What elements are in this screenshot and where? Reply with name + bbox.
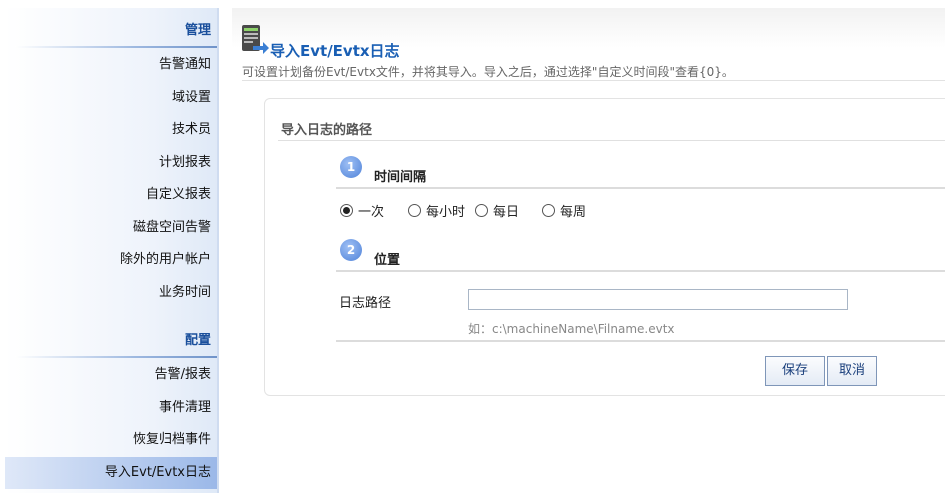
- interval-daily-label: 每日: [493, 205, 520, 220]
- step-divider: [336, 270, 945, 272]
- save-button[interactable]: 保存: [765, 356, 825, 386]
- sidebar-item-import-evt-logs[interactable]: 导入Evt/Evtx日志: [5, 457, 217, 489]
- sidebar-item-alert-reports[interactable]: 告警/报表: [11, 364, 211, 386]
- sidebar-item-technicians[interactable]: 技术员: [11, 119, 211, 141]
- log-import-icon: [242, 25, 269, 54]
- step-divider: [336, 187, 945, 189]
- step-2-label: 位置: [374, 253, 401, 268]
- log-path-label: 日志路径: [339, 296, 392, 311]
- sidebar-item-custom-reports[interactable]: 自定义报表: [11, 184, 211, 206]
- sidebar-item-domain-settings[interactable]: 域设置: [11, 87, 211, 109]
- radio-dot[interactable]: [475, 204, 488, 217]
- sidebar-section-config: 配置: [184, 333, 211, 348]
- import-panel: [264, 98, 945, 396]
- step-1-badge: 1: [340, 156, 362, 178]
- interval-once-radio[interactable]: 一次: [340, 201, 384, 220]
- interval-weekly-radio[interactable]: 每周: [542, 201, 586, 220]
- sidebar-section-manage: 管理: [184, 23, 211, 38]
- sidebar-item-disk-space-alert[interactable]: 磁盘空间告警: [11, 217, 211, 239]
- form-divider: [336, 340, 945, 342]
- sidebar-item-alert-notification[interactable]: 告警通知: [11, 54, 211, 76]
- radio-dot[interactable]: [340, 204, 353, 217]
- panel-title: 导入日志的路径: [281, 123, 373, 138]
- sidebar: 管理 告警通知 域设置 技术员 计划报表 自定义报表 磁盘空间告警 除外的用户帐…: [5, 8, 219, 493]
- log-path-input[interactable]: [468, 289, 848, 310]
- sidebar-section-divider: [15, 356, 217, 358]
- step-1-label: 时间间隔: [374, 170, 427, 185]
- page-title: 导入Evt/Evtx日志: [270, 42, 400, 60]
- interval-hourly-label: 每小时: [426, 205, 466, 220]
- cancel-button[interactable]: 取消: [827, 356, 877, 386]
- interval-hourly-radio[interactable]: 每小时: [408, 201, 465, 220]
- interval-weekly-label: 每周: [560, 205, 587, 220]
- sidebar-item-business-hours[interactable]: 业务时间: [11, 282, 211, 304]
- panel-divider: [278, 140, 945, 141]
- step-2-badge: 2: [340, 239, 362, 261]
- radio-dot[interactable]: [542, 204, 555, 217]
- interval-daily-radio[interactable]: 每日: [475, 201, 519, 220]
- radio-dot[interactable]: [408, 204, 421, 217]
- sidebar-item-restore-archived[interactable]: 恢复归档事件: [11, 429, 211, 451]
- sidebar-item-scheduled-reports[interactable]: 计划报表: [11, 152, 211, 174]
- log-path-hint: 如：c:\machineName\Filname.evtx: [468, 322, 675, 336]
- page-description: 可设置计划备份Evt/Evtx文件，并将其导入。导入之后，通过选择"自定义时间段…: [242, 65, 734, 79]
- interval-once-label: 一次: [358, 205, 385, 220]
- sidebar-section-divider: [15, 46, 217, 48]
- sidebar-item-excluded-users[interactable]: 除外的用户帐户: [11, 249, 211, 271]
- title-divider: [242, 80, 945, 81]
- sidebar-item-event-cleanup[interactable]: 事件清理: [11, 397, 211, 419]
